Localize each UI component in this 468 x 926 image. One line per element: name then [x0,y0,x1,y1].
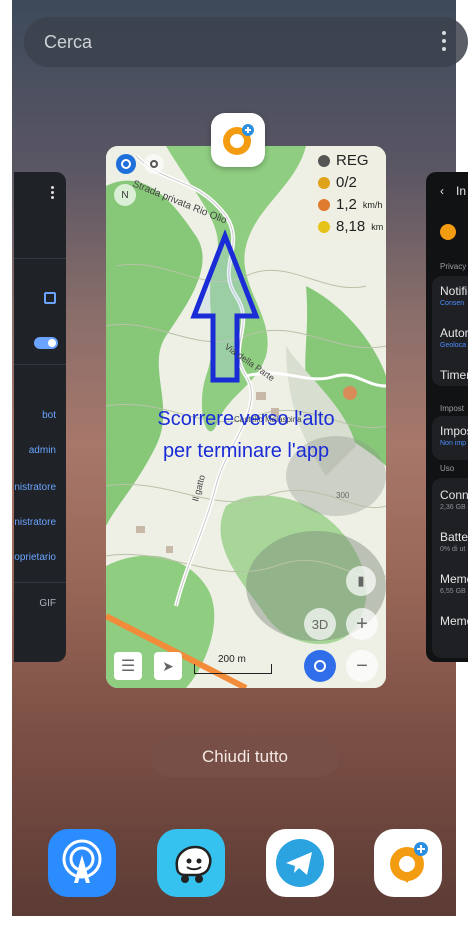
frame-bottom [0,916,468,926]
settings-item-sub: Non imp [440,440,467,447]
back-icon[interactable]: ‹ [440,184,444,198]
app-icon-small [440,224,456,240]
member-role: inistratore [14,517,56,528]
settings-item[interactable]: Memo [440,572,468,586]
settings-item[interactable]: Conne [440,488,468,502]
trip-icon [318,176,330,189]
frame-left [0,0,12,926]
settings-item[interactable]: Timer [440,368,468,382]
menu-icon[interactable]: ☰ [114,652,142,680]
member-role: inistratore [14,482,56,493]
stat-count[interactable]: 0/2 [318,174,357,191]
speed-icon [318,198,330,211]
recent-app-card-main[interactable]: Strada privata Rio Olio Via della Parte … [106,146,386,688]
member-role: bot [42,410,56,421]
section-settings: Impost [440,404,465,413]
stat-mode[interactable]: REG [318,152,369,169]
toggle-switch[interactable] [34,337,58,349]
member-role: admin [28,445,56,456]
settings-item[interactable]: Impos [440,424,468,438]
broadcast-app-icon[interactable] [48,829,116,897]
distance-icon [318,220,330,233]
settings-item-sub: Geoloca [440,342,467,349]
3d-button[interactable]: 3D [304,608,336,640]
contour-label: 300 [336,491,350,500]
layers-icon[interactable]: ▮ [346,566,376,596]
stat-speed[interactable]: 1,2 km/h [318,196,382,213]
section-usage: Uso [440,464,455,473]
zoom-in-icon[interactable]: + [346,608,378,640]
recents-search-bar[interactable]: Cerca [24,17,468,67]
settings-item-sub: 2,36 GB [440,504,466,511]
waze-app-icon[interactable] [157,829,225,897]
settings-item-sub: 6,55 GB [440,588,466,595]
settings-header: In [456,184,467,198]
settings-item[interactable]: Notific [440,284,468,298]
compass-icon[interactable]: N [114,184,136,206]
scale-bar [194,664,272,674]
overlay-instruction-line2: per terminare l'app [162,440,330,462]
recent-app-card-right[interactable]: ‹ In Privacy Notific Consen Autori Geolo… [426,172,468,662]
stat-distance[interactable]: 8,18 km [318,218,383,235]
zoom-out-icon[interactable]: − [346,650,378,682]
settings-item-sub: 0% di ut [440,546,466,553]
directions-icon[interactable]: ➤ [154,652,182,680]
osmand-app-icon[interactable] [211,113,265,167]
member-role: roprietario [14,552,56,563]
settings-item[interactable]: Memo [440,614,468,628]
my-location-icon[interactable] [304,650,336,682]
stats-panel: REG 0/2 1,2 km/h 8,18 km [312,146,386,240]
globe-icon[interactable] [116,154,136,174]
menu-dots-icon [51,186,54,199]
more-options-icon[interactable] [442,31,446,51]
osmand-dock-icon[interactable] [374,829,442,897]
search-icon[interactable] [144,154,164,174]
close-all-button[interactable]: Chiudi tutto [151,737,339,777]
search-placeholder: Cerca [44,31,93,52]
settings-item[interactable]: Batter [440,530,468,544]
recent-app-card-left[interactable]: bot admin inistratore inistratore roprie… [14,172,66,662]
settings-item[interactable]: Autori [440,326,468,340]
settings-group [432,416,468,460]
section-privacy: Privacy [440,262,467,271]
qr-code-icon [44,292,56,304]
scale-label: 200 m [218,654,246,665]
overlay-instruction-line1: Scorrere verso l'alto [157,408,335,430]
telegram-app-icon[interactable] [266,829,334,897]
record-icon [318,154,330,167]
gif-label: GIF [39,598,56,609]
settings-item-sub: Consen [440,300,465,307]
